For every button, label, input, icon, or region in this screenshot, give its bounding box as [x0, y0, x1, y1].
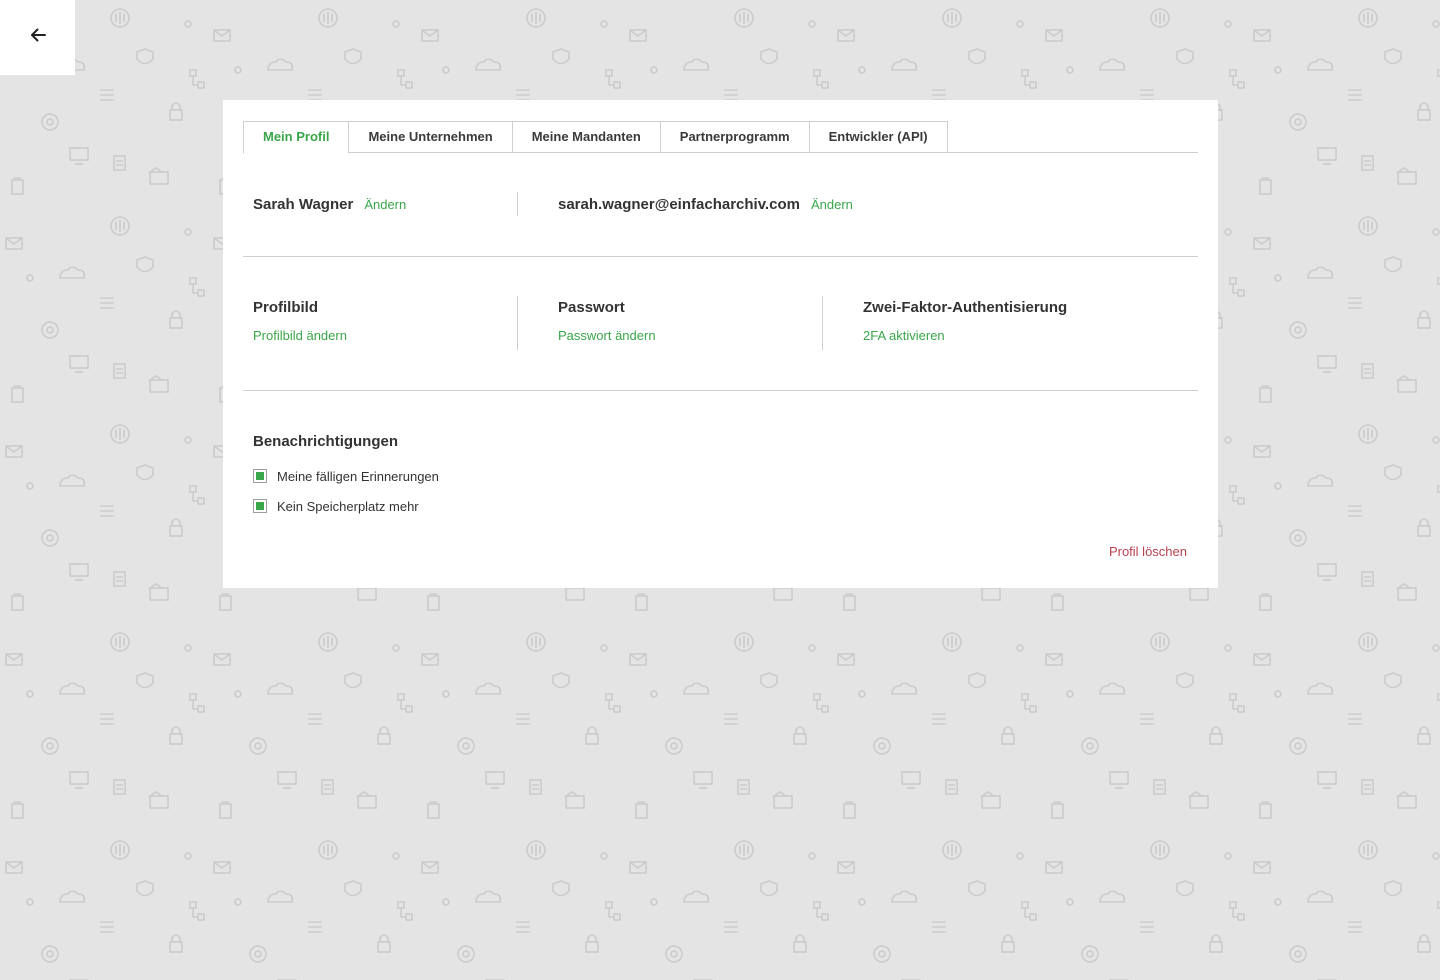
change-profile-picture-link[interactable]: Profilbild ändern: [253, 328, 347, 344]
two-factor-title: Zwei-Faktor-Authentisierung: [863, 299, 1068, 316]
profile-picture-title: Profilbild: [253, 299, 318, 316]
divider: [822, 296, 823, 350]
back-button[interactable]: [0, 0, 75, 75]
email-section: sarah.wagner@einfacharchiv.com Ändern: [558, 192, 853, 216]
identity-row: Sarah Wagner Ändern sarah.wagner@einfach…: [243, 192, 1198, 216]
storage-checkbox[interactable]: [253, 499, 267, 513]
name-section: Sarah Wagner Ändern: [253, 192, 406, 216]
change-password-link[interactable]: Passwort ändern: [558, 328, 656, 344]
activate-2fa-link[interactable]: 2FA aktivieren: [863, 328, 1067, 344]
tab-bar: Mein Profil Meine Unternehmen Meine Mand…: [243, 121, 1198, 154]
edit-email-link[interactable]: Ändern: [811, 197, 853, 212]
section-divider: [243, 390, 1198, 391]
password-title: Passwort: [558, 299, 625, 316]
checkbox-checked-mark: [256, 472, 264, 480]
tab-partnerprogramm[interactable]: Partnerprogramm: [660, 121, 810, 153]
profile-card: Mein Profil Meine Unternehmen Meine Mand…: [223, 100, 1218, 588]
tab-mein-profil[interactable]: Mein Profil: [243, 121, 350, 154]
user-email: sarah.wagner@einfacharchiv.com: [558, 195, 800, 213]
security-row: Profilbild Profilbild ändern Passwort Pa…: [243, 296, 1198, 350]
section-divider: [243, 256, 1198, 257]
notifications-title: Benachrichtigungen: [253, 433, 399, 450]
edit-name-link[interactable]: Ändern: [364, 197, 406, 212]
two-factor-section: Zwei-Faktor-Authentisierung 2FA aktivier…: [863, 296, 1067, 344]
notification-option-reminders[interactable]: Meine fälligen Erinnerungen: [253, 466, 853, 486]
tab-meine-mandanten[interactable]: Meine Mandanten: [512, 121, 661, 153]
notifications-section: Benachrichtigungen Meine fälligen Erinne…: [253, 432, 853, 516]
delete-profile-link[interactable]: Profil löschen: [1109, 544, 1187, 559]
divider: [517, 192, 518, 216]
storage-label: Kein Speicherplatz mehr: [277, 498, 419, 514]
tab-meine-unternehmen[interactable]: Meine Unternehmen: [349, 121, 513, 153]
password-section: Passwort Passwort ändern: [558, 296, 656, 344]
tab-entwickler-api[interactable]: Entwickler (API): [809, 121, 948, 153]
arrow-left-icon: [29, 26, 47, 49]
user-name: Sarah Wagner: [253, 195, 354, 213]
profile-picture-section: Profilbild Profilbild ändern: [253, 296, 347, 344]
divider: [517, 296, 518, 350]
checkbox-checked-mark: [256, 502, 264, 510]
notification-option-storage[interactable]: Kein Speicherplatz mehr: [253, 496, 853, 516]
reminders-checkbox[interactable]: [253, 469, 267, 483]
reminders-label: Meine fälligen Erinnerungen: [277, 468, 439, 484]
